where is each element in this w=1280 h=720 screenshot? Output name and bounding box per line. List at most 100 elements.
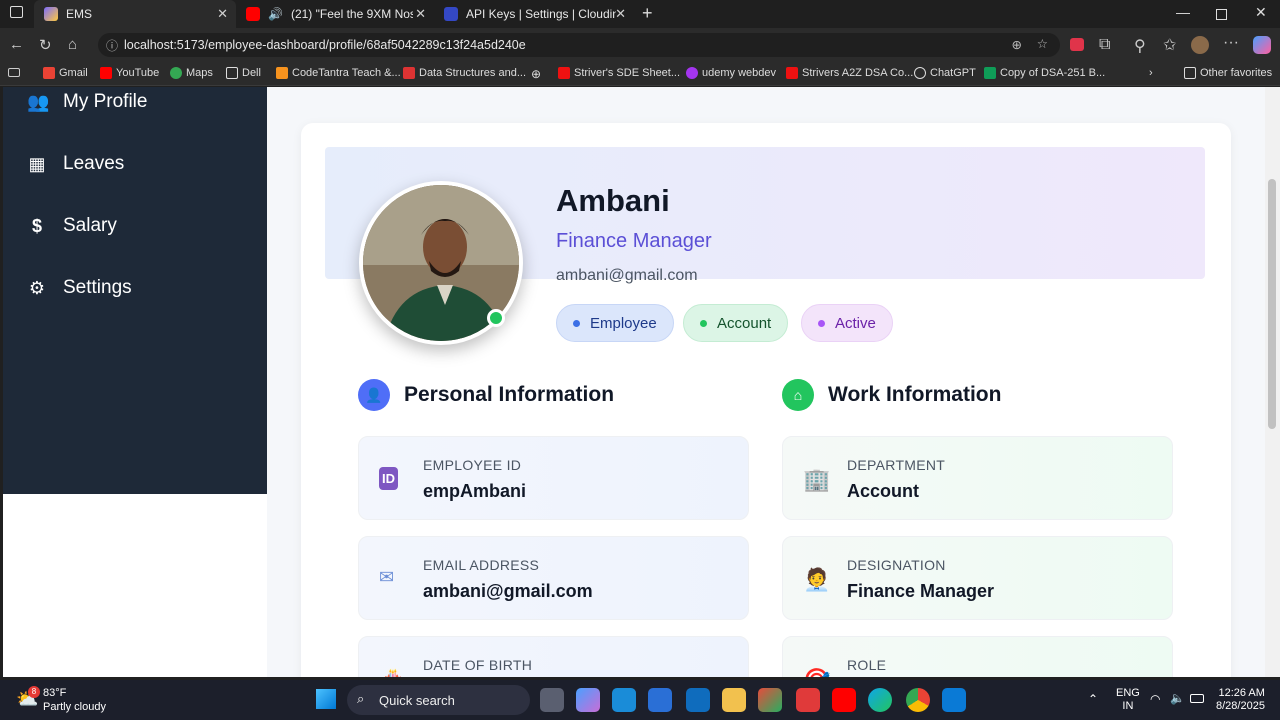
tab-youtube[interactable]: 🔊 (21) "Feel the 9XM Nostalgia" ✕ [236, 0, 434, 28]
bookmark-dell[interactable]: Dell [226, 67, 261, 79]
more-menu-icon[interactable]: ··· [1223, 34, 1239, 52]
department-field: 🏢 DEPARTMENT Account [782, 436, 1173, 520]
extensions-icon[interactable]: ⧉ [1099, 36, 1110, 54]
tab-ems[interactable]: EMS ✕ [34, 0, 236, 28]
chrome-icon[interactable] [906, 688, 930, 712]
cake-icon: 🎂 [379, 667, 406, 677]
weather-desc[interactable]: Partly cloudy [43, 701, 106, 713]
folder-icon [1184, 67, 1196, 79]
scrollbar-thumb[interactable] [1268, 179, 1276, 429]
mail-icon[interactable] [686, 688, 710, 712]
windows-taskbar: ⛅ 8 83°F Partly cloudy ⌕ Quick search ⌃ … [0, 680, 1280, 720]
badge-account: Account [683, 304, 789, 342]
task-view-icon[interactable] [540, 688, 564, 712]
file-explorer-icon[interactable] [722, 688, 746, 712]
bookmark-udemy[interactable]: udemy webdev [686, 67, 776, 79]
codetantra-icon [276, 67, 288, 79]
favorites-icon[interactable]: ✩ [1163, 35, 1176, 55]
email-icon: ✉ [379, 567, 395, 587]
bookmark-chatgpt[interactable]: ChatGPT [914, 67, 976, 79]
store-icon[interactable] [648, 688, 672, 712]
wifi-icon[interactable]: ◠ [1150, 692, 1160, 706]
bookmark-data-structures[interactable]: Data Structures and... [403, 67, 526, 79]
id-card-icon: ID [379, 467, 398, 490]
copilot-app-icon[interactable] [576, 688, 600, 712]
info-icon[interactable]: ⓘ [106, 37, 118, 54]
sidebar-item-settings[interactable]: ⚙ Settings [27, 277, 132, 299]
quick-search[interactable]: ⌕ Quick search [347, 685, 530, 715]
youtube-app-icon[interactable] [832, 688, 856, 712]
vite-icon [44, 7, 58, 21]
close-window-icon[interactable]: ✕ [1255, 4, 1267, 21]
other-favorites[interactable]: Other favorites [1184, 67, 1272, 79]
tab-actions-icon[interactable] [10, 6, 23, 18]
zoom-icon[interactable]: ⊕ [1012, 37, 1022, 52]
profile-designation: Finance Manager [556, 230, 712, 252]
office-icon[interactable] [758, 688, 782, 712]
tab-cloudinary[interactable]: API Keys | Settings | Cloudinary ✕ [434, 0, 634, 28]
vscode-icon[interactable] [942, 688, 966, 712]
youtube-icon [100, 67, 112, 79]
speaker-icon[interactable]: 🔊 [268, 7, 283, 21]
sidebar-item-my-profile[interactable]: 👥 My Profile [27, 91, 147, 113]
users-icon: 👥 [27, 91, 50, 112]
wps-icon[interactable] [796, 688, 820, 712]
globe-bookmark[interactable]: ⊕ [531, 67, 541, 81]
pocket-icon[interactable] [1070, 38, 1084, 51]
user-icon: 👤 [358, 379, 390, 411]
tuf-icon [786, 67, 798, 79]
gmail-icon [43, 67, 55, 79]
briefcase-icon: ⌂ [782, 379, 814, 411]
language-indicator[interactable]: ENG IN [1116, 687, 1140, 713]
clock[interactable]: 12:26 AM 8/28/2025 [1216, 687, 1265, 713]
maximize-icon[interactable] [1216, 9, 1227, 20]
sidebar-blank-area [3, 494, 267, 677]
app-page: 👥 My Profile ▦ Leaves $ Salary ⚙ Setting… [3, 87, 1265, 677]
work-info-heading: ⌂ Work Information [782, 379, 1001, 411]
volume-icon[interactable]: 🔈 [1170, 691, 1185, 705]
close-tab-icon[interactable]: ✕ [217, 6, 228, 22]
profile-card: Ambani Finance Manager ambani@gmail.com … [301, 123, 1231, 677]
badge-dot [573, 319, 580, 327]
url-bar[interactable]: ⓘ localhost:5173/employee-dashboard/prof… [98, 33, 1060, 57]
close-tab-icon[interactable]: ✕ [415, 6, 426, 22]
designation-field: 🧑‍💼 DESIGNATION Finance Manager [782, 536, 1173, 620]
building-icon: ▦ [28, 153, 46, 174]
home-icon[interactable]: ⌂ [68, 36, 77, 53]
bookmark-youtube[interactable]: YouTube [100, 67, 159, 79]
minimize-icon[interactable]: — [1176, 4, 1190, 20]
bookmark-gmail[interactable]: Gmail [43, 67, 88, 79]
refresh-icon[interactable]: ↻ [39, 36, 52, 54]
copilot-icon[interactable] [1253, 36, 1271, 54]
new-tab-icon[interactable]: + [642, 3, 653, 24]
reading-list-icon[interactable] [8, 68, 20, 77]
sidebar-item-leaves[interactable]: ▦ Leaves [27, 153, 124, 175]
split-screen-icon[interactable]: ⚲ [1134, 36, 1146, 56]
sidebar-item-salary[interactable]: $ Salary [27, 215, 117, 237]
page-scrollbar[interactable] [1265, 87, 1280, 677]
bookmark-striver-sde[interactable]: Striver's SDE Sheet... [558, 67, 680, 79]
badge-dot [818, 319, 825, 327]
battery-icon[interactable] [1190, 694, 1204, 703]
edge-icon[interactable] [868, 688, 892, 712]
profile-avatar[interactable] [1191, 36, 1209, 54]
profile-name: Ambani [556, 183, 670, 218]
tray-overflow-icon[interactable]: ⌃ [1088, 692, 1098, 706]
badge-active: Active [801, 304, 893, 342]
favorite-star-icon[interactable]: ☆ [1037, 36, 1048, 51]
bookmark-copy-dsa[interactable]: Copy of DSA-251 B... [984, 67, 1105, 79]
bookmark-codetantra[interactable]: CodeTantra Teach &... [276, 67, 401, 79]
back-icon[interactable]: ← [9, 36, 24, 53]
cloudinary-icon [444, 7, 458, 21]
bookmark-maps[interactable]: Maps [170, 67, 213, 79]
start-icon[interactable] [316, 689, 336, 709]
close-tab-icon[interactable]: ✕ [615, 6, 626, 22]
badge-employee: Employee [556, 304, 674, 342]
badge-dot [700, 319, 707, 327]
weather-temp[interactable]: 83°F [43, 687, 66, 699]
online-status-dot [487, 309, 505, 327]
bookmarks-overflow-icon[interactable]: › [1149, 67, 1153, 79]
widgets-icon[interactable] [612, 688, 636, 712]
person-icon: 🧑‍💼 [803, 567, 831, 592]
bookmark-strivers-a2z[interactable]: Strivers A2Z DSA Co... [786, 67, 913, 79]
